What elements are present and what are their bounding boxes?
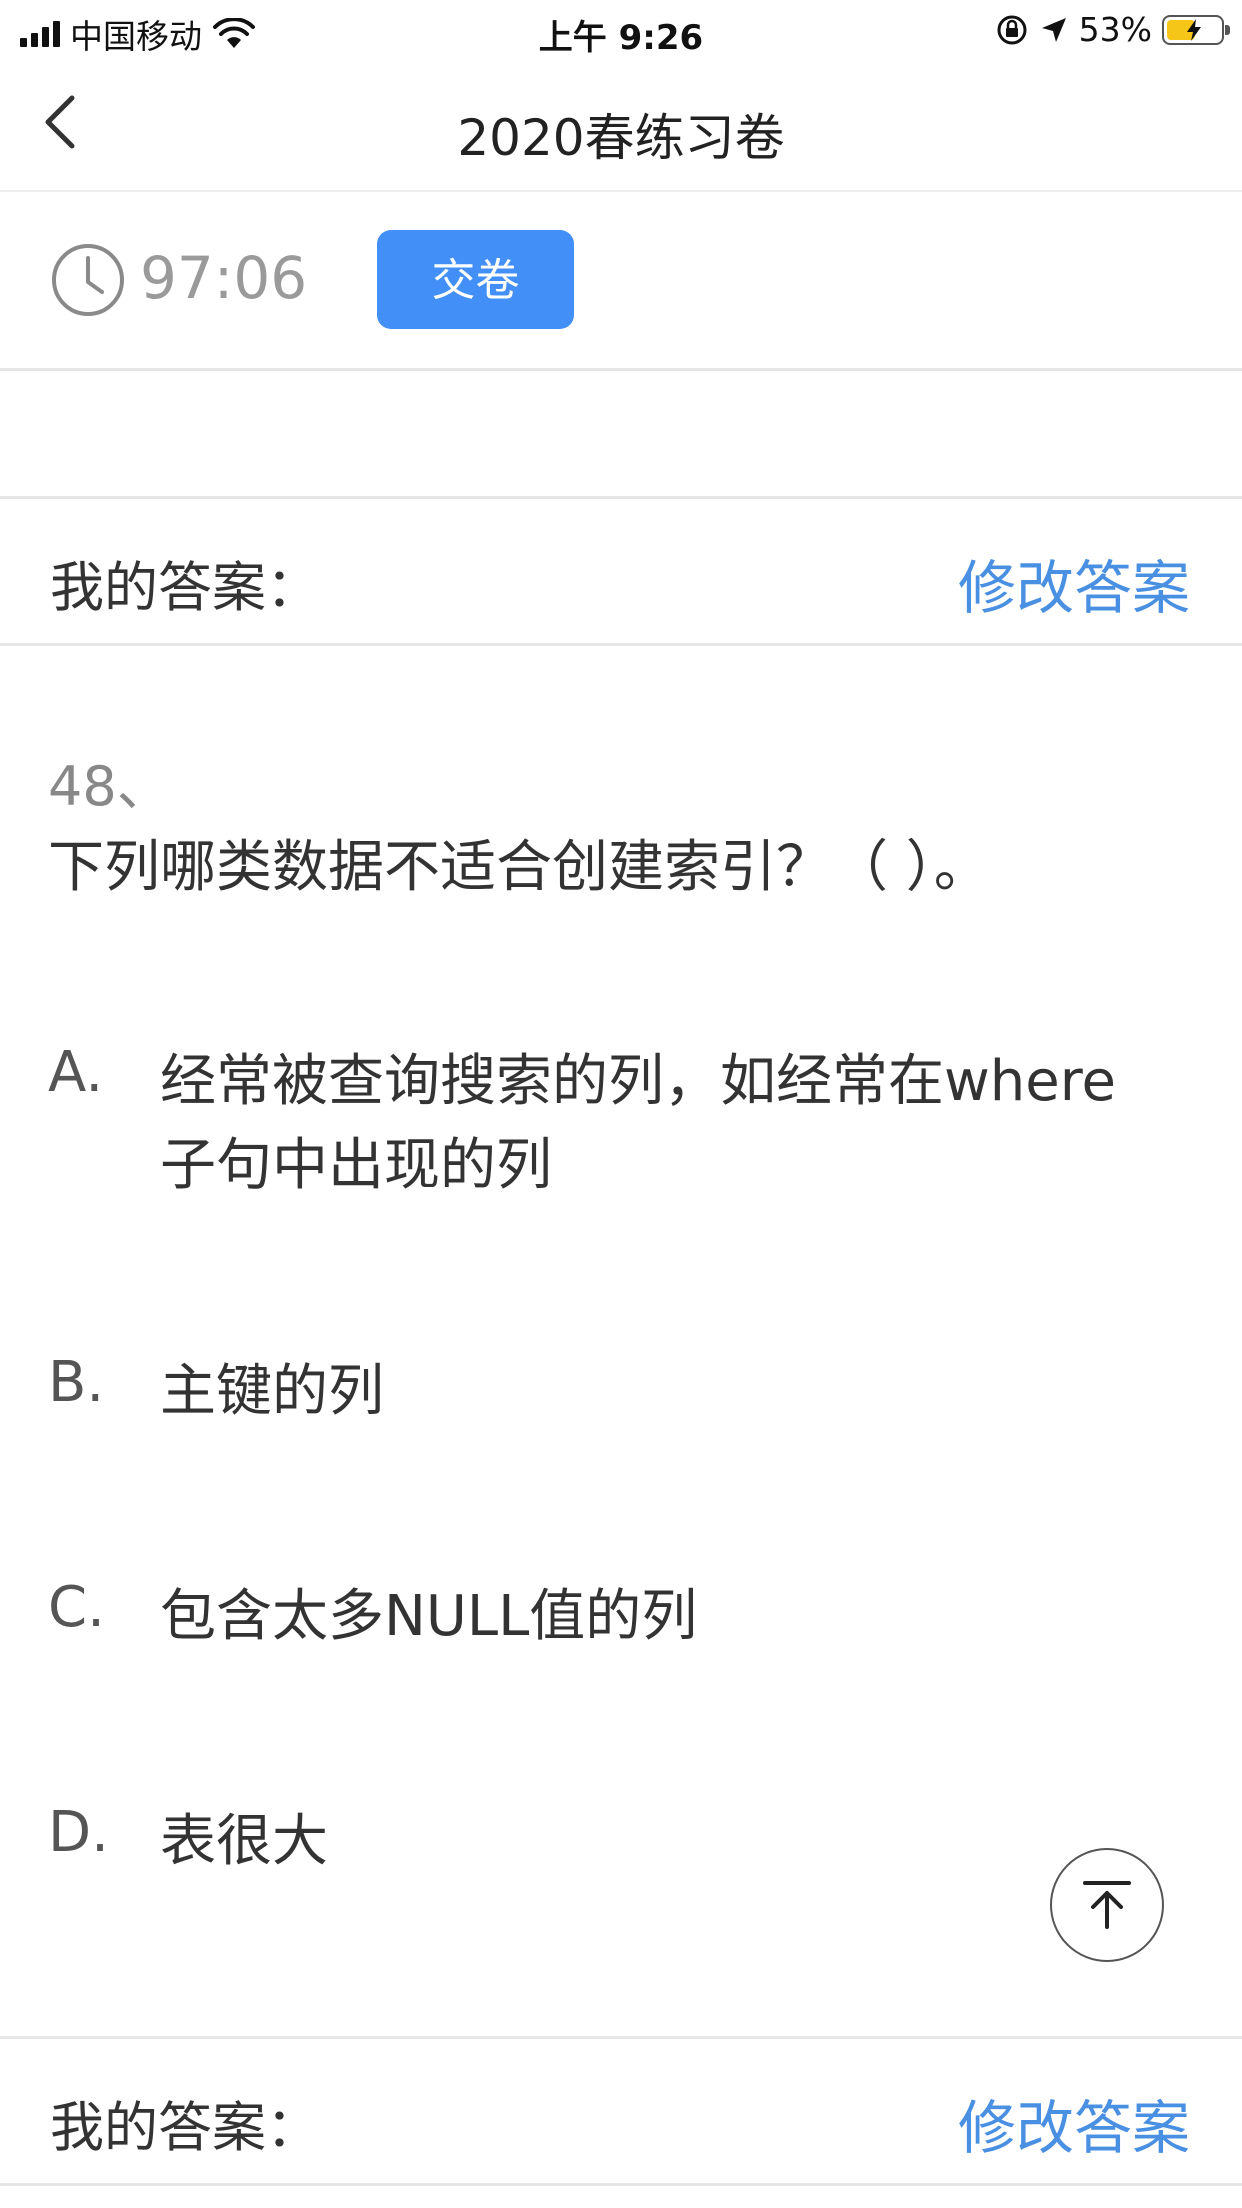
question-text: 下列哪类数据不适合创建索引？（ ）。 — [48, 835, 990, 900]
back-to-top-button[interactable] — [1050, 1848, 1164, 1962]
option-text: 主键的列 — [160, 1359, 384, 1424]
page-title: 2020春练习卷 — [457, 109, 785, 167]
orientation-lock-icon — [997, 15, 1027, 44]
answer-bar-current: 我的答案： 修改答案 — [0, 2036, 1242, 2186]
my-answer-label: 我的答案： — [50, 2096, 320, 2159]
clock-icon — [52, 244, 124, 316]
my-answer-label: 我的答案： — [50, 556, 320, 619]
option-text: 包含太多NULL值的列 — [160, 1584, 698, 1649]
nav-bar: 2020春练习卷 — [0, 62, 1242, 192]
submit-button[interactable]: 交卷 — [377, 230, 574, 329]
status-bar: 中国移动 上午 9:26 53% — [0, 0, 1242, 62]
battery-percent: 53% — [1078, 10, 1152, 49]
modify-answer-button[interactable]: 修改答案 — [958, 2081, 1190, 2165]
option-text: 经常被查询搜索的列，如经常在where子句中出现的列 — [160, 1049, 1116, 1198]
back-to-top-icon — [1083, 1881, 1131, 1929]
question-number: 48、 — [48, 755, 171, 818]
option-text: 表很大 — [160, 1809, 328, 1874]
status-right: 53% — [995, 10, 1230, 49]
battery-icon — [1162, 14, 1230, 45]
option-letter: C. — [48, 1575, 105, 1640]
answer-bar-previous: 我的答案： 修改答案 — [0, 496, 1242, 646]
location-icon — [1041, 17, 1066, 42]
modify-answer-button[interactable]: 修改答案 — [958, 541, 1190, 625]
option-letter: D. — [48, 1800, 109, 1865]
timer-bar: 97:06 交卷 — [0, 192, 1242, 371]
option-letter: B. — [48, 1350, 105, 1415]
option-letter: A. — [48, 1040, 104, 1105]
timer-remaining: 97:06 — [140, 244, 308, 312]
